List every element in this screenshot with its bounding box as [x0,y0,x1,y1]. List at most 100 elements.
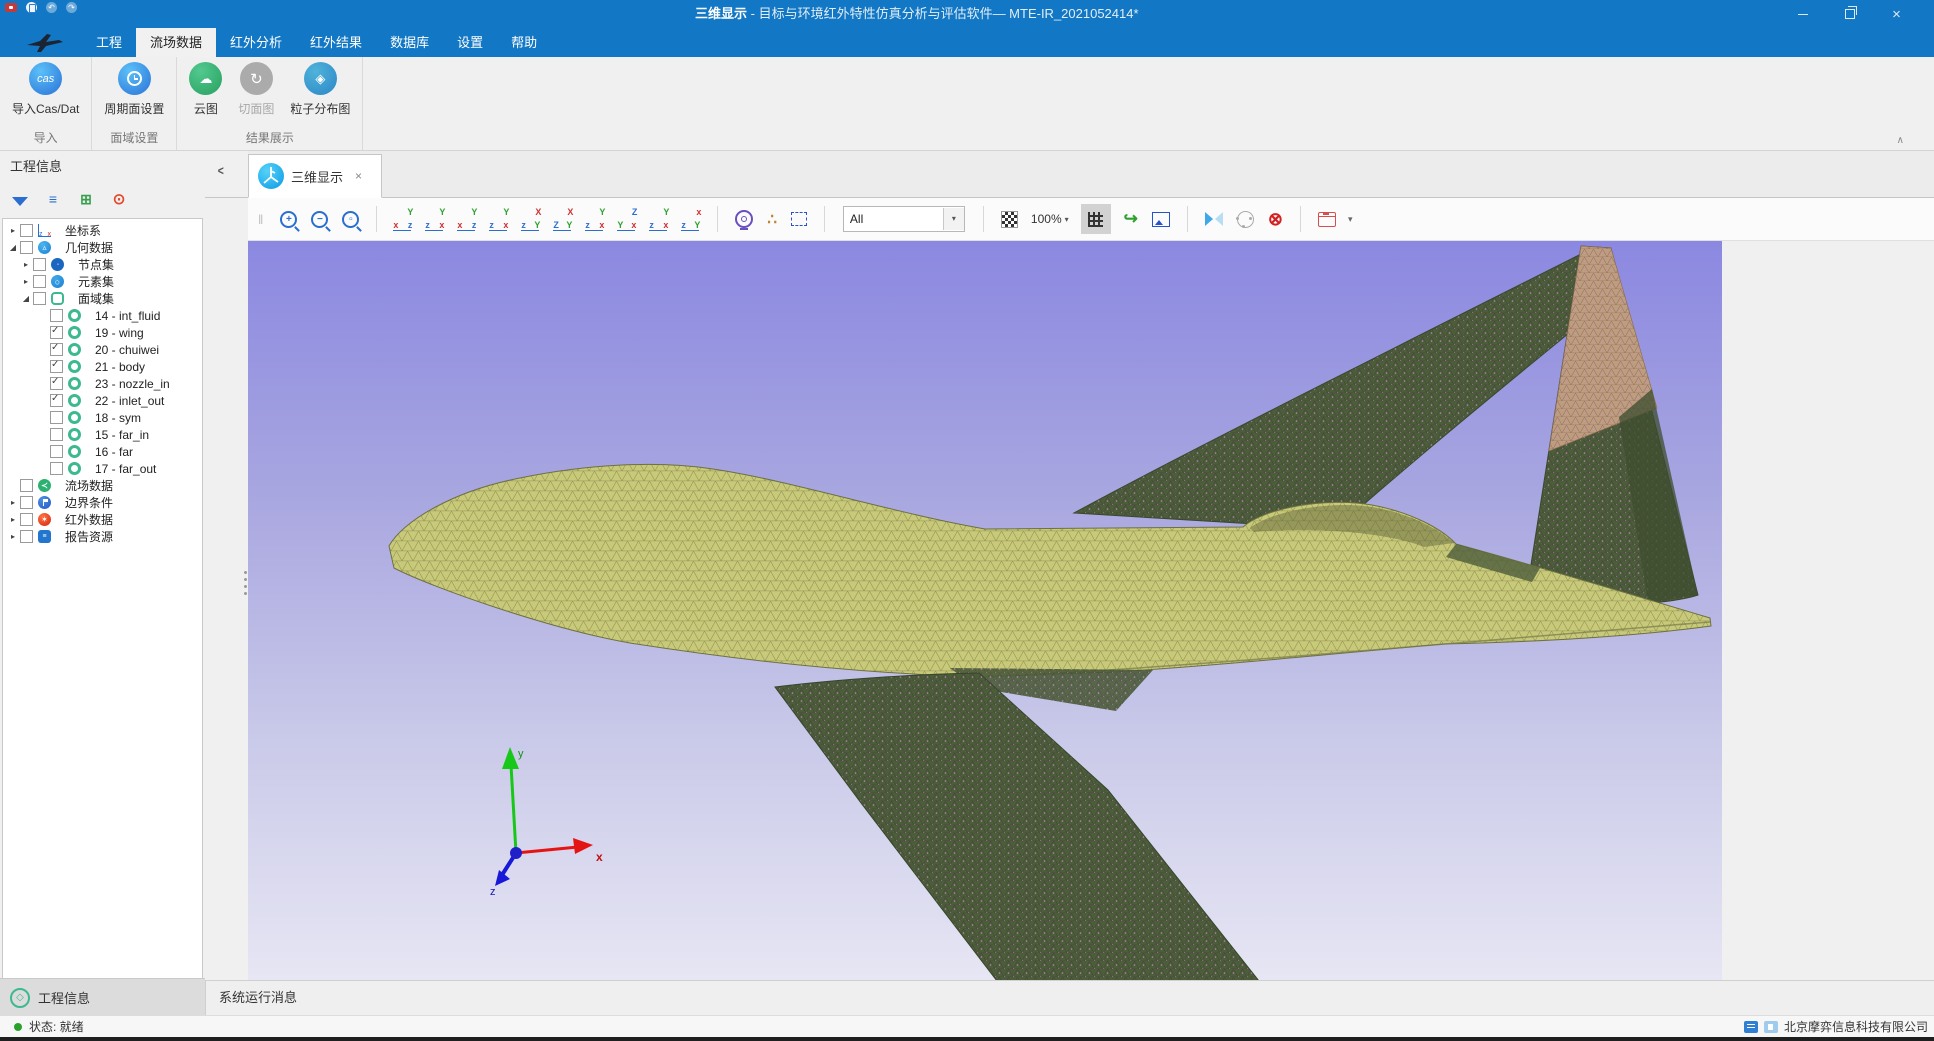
expander-icon[interactable]: ▸ [7,515,19,524]
checkbox[interactable] [33,275,46,288]
zoom-out-icon[interactable]: − [311,211,328,228]
ribbon-button-clock[interactable]: 周期面设置 [104,60,164,126]
checkbox[interactable] [20,496,33,509]
camera-icon[interactable] [735,210,753,228]
filter-icon[interactable] [12,197,28,206]
display-filter-select[interactable]: All▾ [843,206,965,232]
expander-icon[interactable]: ▸ [7,532,19,541]
ribbon-button-cas[interactable]: cas导入Cas/Dat [12,60,79,126]
tab-3d-view[interactable]: 三维显示 × [248,154,382,198]
checkbox[interactable] [50,309,63,322]
tree-item-18-sym[interactable]: 18 - sym [3,409,202,426]
tab-close-icon[interactable]: × [355,169,362,183]
tree-item-20-chuiwei[interactable]: 20 - chuiwei [3,341,202,358]
select-box-icon[interactable] [791,212,807,226]
view-orientation-icon-8[interactable]: YxZ [615,207,639,231]
maximize-button[interactable] [1826,0,1873,28]
tree-item--[interactable]: ▸边界条件 [3,494,202,511]
tree-item--[interactable]: ▸报告资源 [3,528,202,545]
checkbox[interactable] [50,394,63,407]
checkbox[interactable] [20,224,33,237]
menu-tab-6[interactable]: 帮助 [497,28,551,57]
tree-item-21-body[interactable]: 21 - body [3,358,202,375]
expander-icon[interactable]: ▸ [7,226,19,235]
ime-icon[interactable] [1744,1021,1758,1033]
menu-tab-4[interactable]: 数据库 [376,28,443,57]
transparency-icon[interactable] [1001,211,1018,228]
outline-icon[interactable]: ≡ [45,191,61,207]
tree-item--[interactable]: ▸元素集 [3,273,202,290]
tree-item-15-far_in[interactable]: 15 - far_in [3,426,202,443]
checkbox[interactable] [20,241,33,254]
minimize-button[interactable] [1779,0,1826,28]
tree-item-16-far[interactable]: 16 - far [3,443,202,460]
view-orientation-icon-9[interactable]: zxY [647,207,671,231]
checkbox[interactable] [50,445,63,458]
view-orientation-icon-2[interactable]: zxY [423,207,447,231]
tree-item-14-int_fluid[interactable]: 14 - int_fluid [3,307,202,324]
save-icon[interactable] [26,2,37,13]
menu-tab-3[interactable]: 红外结果 [296,28,376,57]
checkbox[interactable] [20,479,33,492]
splitter-handle[interactable] [244,571,247,574]
tree-item-19-wing[interactable]: 19 - wing [3,324,202,341]
grid-icon[interactable]: ⊞ [78,191,94,207]
chevron-down-icon[interactable]: ▾ [943,208,964,230]
tree-item-22-inlet_out[interactable]: 22 - inlet_out [3,392,202,409]
checkbox[interactable] [50,411,63,424]
tree-item--[interactable]: ▸红外数据 [3,511,202,528]
mirror-icon[interactable] [1205,211,1223,227]
expander-icon[interactable]: ▸ [7,498,19,507]
zoom-in-icon[interactable]: + [280,211,297,228]
menu-tab-5[interactable]: 设置 [443,28,497,57]
project-panel-footer[interactable]: ◇ 工程信息 [0,978,205,1016]
menu-tab-1[interactable]: 流场数据 [136,28,216,57]
zoom-level-dropdown[interactable]: 100%▾ [1031,212,1069,226]
checkbox[interactable] [50,343,63,356]
tree-item--[interactable]: ▸坐标系 [3,222,202,239]
checkbox[interactable] [50,428,63,441]
checkbox[interactable] [50,326,63,339]
tree-item--[interactable]: ▸节点集 [3,256,202,273]
lang-icon[interactable] [1764,1021,1778,1033]
checkbox[interactable] [20,530,33,543]
close-button[interactable]: × [1873,0,1920,28]
tree-item-17-far_out[interactable]: 17 - far_out [3,460,202,477]
view-orientation-icon-6[interactable]: ZYX [551,207,575,231]
checkbox[interactable] [33,258,46,271]
expander-icon[interactable]: ◢ [7,243,19,252]
ribbon-button-particle[interactable]: ◈粒子分布图 [290,60,350,126]
clear-icon[interactable]: ⊗ [1268,209,1283,230]
mesh-toggle-button[interactable] [1081,204,1111,234]
tree-item--[interactable]: 流场数据 [3,477,202,494]
target-icon[interactable]: ⊙ [111,191,127,207]
save-view-icon[interactable] [1318,212,1336,227]
checkbox[interactable] [50,462,63,475]
ribbon-collapse-icon[interactable]: ∧ [1897,135,1904,146]
view-orientation-icon-1[interactable]: xzY [391,207,415,231]
menu-tab-2[interactable]: 红外分析 [216,28,296,57]
tree-item--[interactable]: ◢几何数据 [3,239,202,256]
view-orientation-icon-3[interactable]: xzY [455,207,479,231]
undo-icon[interactable]: ↶ [46,2,57,13]
tree-item-23-nozzle_in[interactable]: 23 - nozzle_in [3,375,202,392]
particles-icon[interactable]: ∴ [767,210,777,228]
checkbox[interactable] [20,513,33,526]
view-orientation-icon-4[interactable]: zxY [487,207,511,231]
checkbox[interactable] [50,360,63,373]
sidebar-collapse-button[interactable]: < [218,163,224,178]
checkbox[interactable] [50,377,63,390]
view-orientation-icon-10[interactable]: zYx [679,207,703,231]
menu-tab-0[interactable]: 工程 [82,28,136,57]
export-view-icon[interactable]: ↪ [1124,209,1138,229]
snapshot-icon[interactable] [1152,212,1170,227]
lasso-select-icon[interactable] [1237,211,1254,228]
ribbon-button-cloud[interactable]: ☁云图 [189,60,222,126]
redo-icon[interactable]: ↷ [66,2,77,13]
viewport-3d[interactable]: x y z [248,241,1722,980]
chevron-down-icon[interactable]: ▾ [1348,214,1353,225]
checkbox[interactable] [33,292,46,305]
toolbar-drag-handle[interactable]: ‖ [258,212,263,227]
expander-icon[interactable]: ▸ [20,277,32,286]
view-orientation-icon-5[interactable]: zYX [519,207,543,231]
